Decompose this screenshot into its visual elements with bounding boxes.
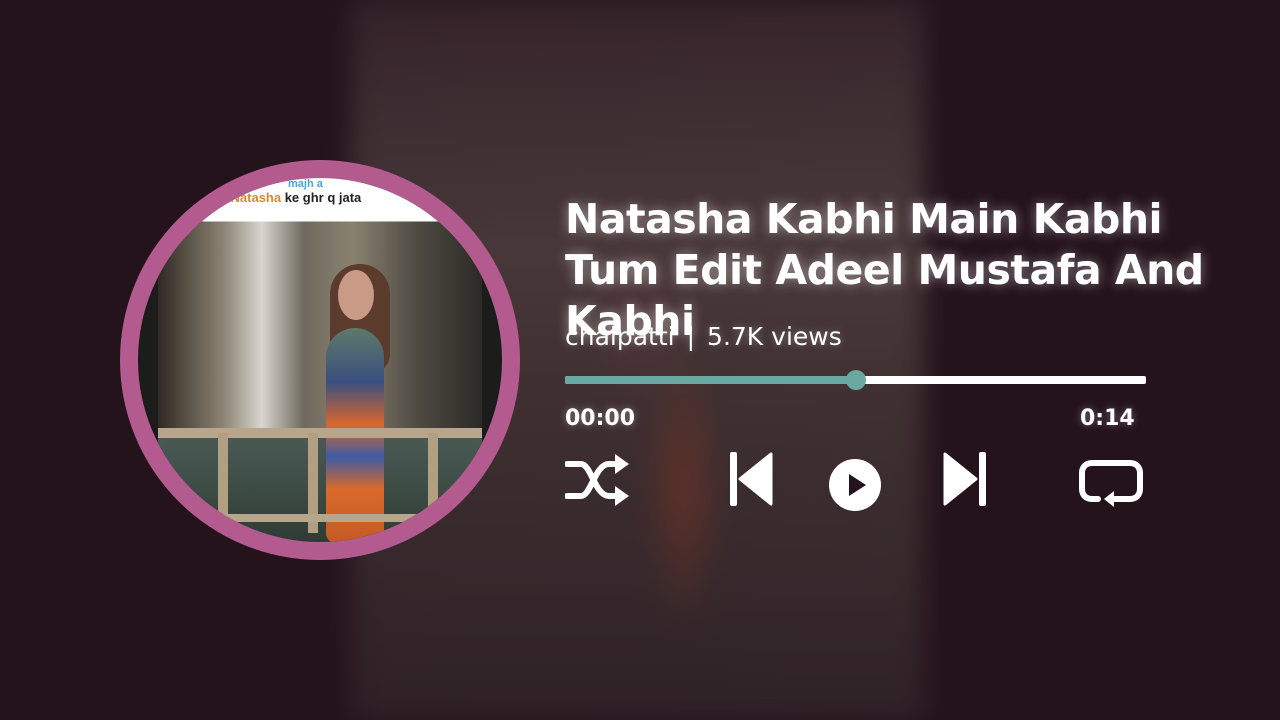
- next-button[interactable]: [942, 450, 988, 508]
- shuffle-icon: [565, 454, 629, 506]
- previous-button[interactable]: [728, 450, 774, 508]
- channel-name[interactable]: chaipatti: [565, 322, 675, 351]
- album-art: majh a r bar Natasha ke ghr q jata: [138, 178, 502, 542]
- repeat-icon: [1079, 460, 1143, 507]
- play-icon: [829, 459, 881, 511]
- shuffle-button[interactable]: [565, 450, 631, 510]
- artwork-caption: r bar Natasha ke ghr q jata: [198, 190, 498, 205]
- progress-knob[interactable]: [845, 370, 866, 390]
- progress-bar[interactable]: [565, 370, 1146, 390]
- repeat-button[interactable]: [1078, 455, 1144, 509]
- current-time: 00:00: [565, 406, 636, 431]
- artwork-railing-bottom: [158, 514, 482, 522]
- track-meta: chaipatti | 5.7K views: [565, 322, 842, 351]
- skip-previous-icon: [730, 452, 773, 506]
- artwork-person-head: [338, 270, 374, 320]
- artwork-caption-pre: r bar: [198, 190, 231, 205]
- skip-next-icon: [943, 452, 986, 506]
- meta-separator: |: [686, 322, 696, 351]
- album-art-ring: majh a r bar Natasha ke ghr q jata: [120, 160, 520, 560]
- total-time: 0:14: [1080, 406, 1135, 431]
- view-count: 5.7K views: [707, 322, 842, 351]
- artwork-caption-post: ke ghr q jata: [281, 190, 362, 205]
- progress-fill: [565, 376, 856, 384]
- artwork-caption-top: majh a: [288, 178, 323, 190]
- artwork-caption-highlight: Natasha: [230, 190, 282, 205]
- play-button[interactable]: [827, 457, 883, 513]
